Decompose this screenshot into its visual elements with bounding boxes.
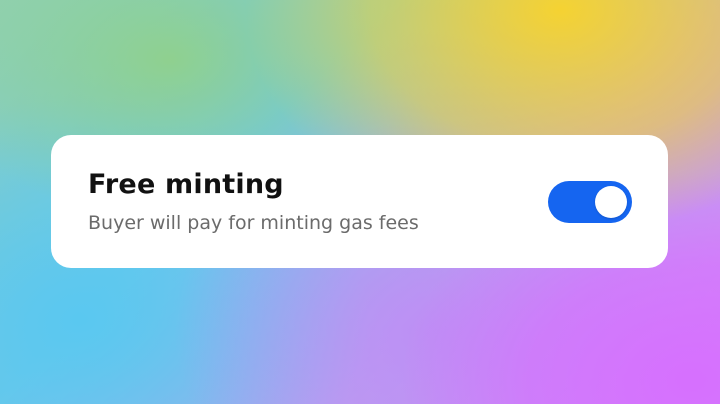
free-minting-setting-card: Free minting Buyer will pay for minting …	[51, 135, 668, 268]
free-minting-toggle[interactable]	[548, 181, 632, 223]
setting-title: Free minting	[88, 169, 284, 200]
setting-description: Buyer will pay for minting gas fees	[88, 212, 419, 234]
toggle-knob	[595, 186, 627, 218]
